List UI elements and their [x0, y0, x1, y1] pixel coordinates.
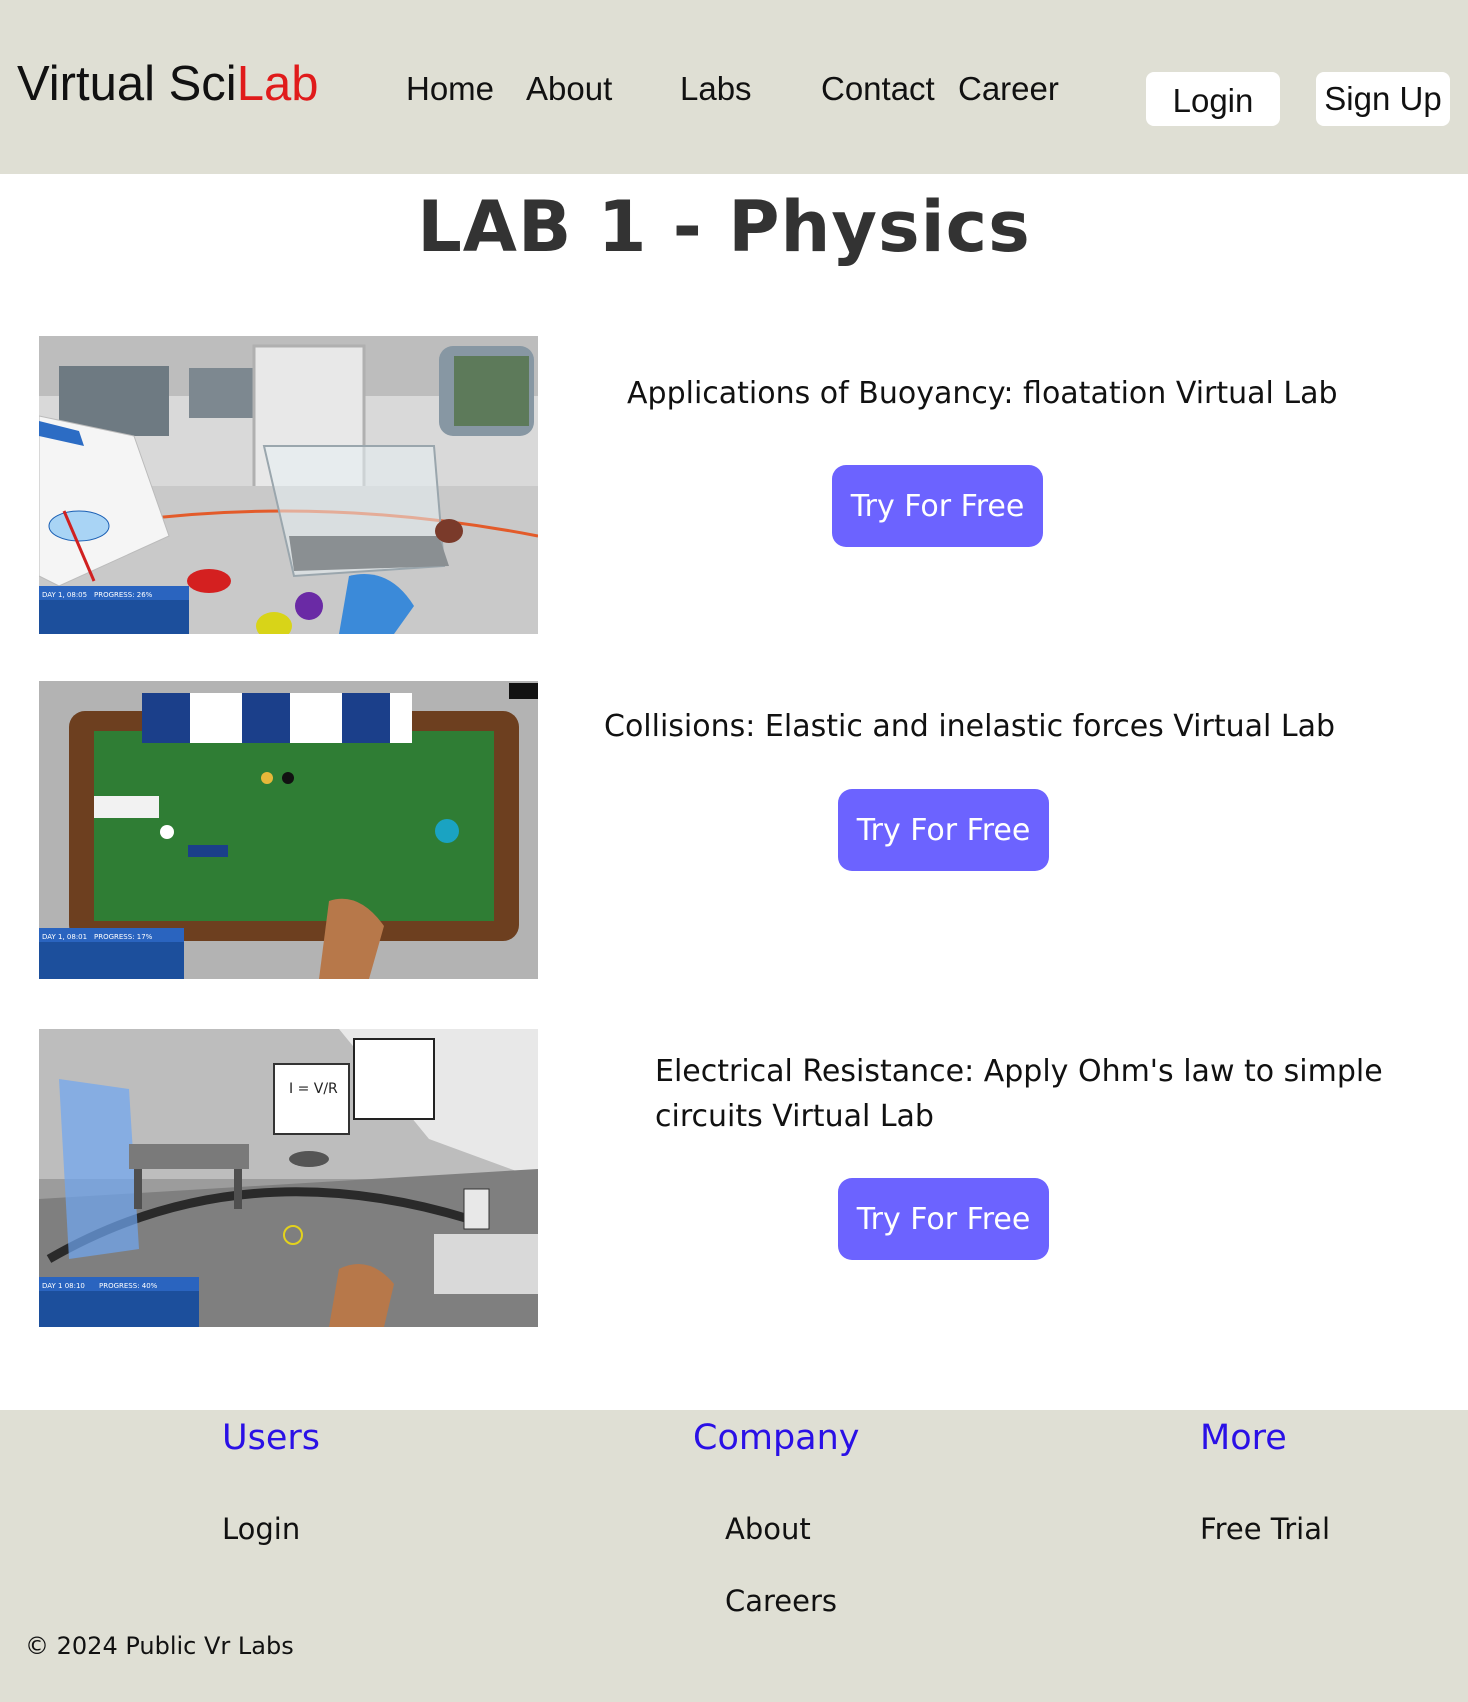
footer-heading-company: Company: [693, 1418, 860, 1458]
logo-text-primary: Virtual Sci: [17, 57, 237, 111]
try-for-free-button-resistance[interactable]: Try For Free: [838, 1178, 1049, 1260]
hud-day-text: DAY 1, 08:01: [42, 933, 87, 941]
lab-name-buoyancy: Applications of Buoyancy: floatation Vir…: [627, 376, 1338, 411]
login-button[interactable]: Login: [1146, 72, 1280, 126]
footer-heading-more: More: [1200, 1418, 1287, 1458]
signup-button[interactable]: Sign Up: [1316, 72, 1450, 126]
collisions-scene-image: DAY 1, 08:01 PROGRESS: 17%: [39, 681, 538, 979]
footer-heading-users: Users: [222, 1418, 321, 1458]
hud-progress-text: PROGRESS: 26%: [94, 591, 153, 599]
page-title: LAB 1 - Physics: [417, 186, 1031, 268]
try-for-free-button-buoyancy[interactable]: Try For Free: [832, 465, 1043, 547]
lab-name-resistance-line2: circuits Virtual Lab: [655, 1099, 934, 1134]
lab-thumbnail-collisions[interactable]: DAY 1, 08:01 PROGRESS: 17%: [39, 681, 538, 979]
site-logo[interactable]: Virtual SciLab: [17, 56, 318, 112]
nav-contact[interactable]: Contact: [821, 70, 935, 108]
lab-thumbnail-resistance[interactable]: I = V/R DAY 1 08:10 PROGRESS: 40%: [39, 1029, 538, 1327]
nav-labs[interactable]: Labs: [680, 70, 752, 108]
hud-progress-text: PROGRESS: 17%: [94, 933, 153, 941]
hud-progress-text: PROGRESS: 40%: [99, 1282, 158, 1290]
footer-link-careers[interactable]: Careers: [725, 1584, 837, 1618]
lab-name-collisions: Collisions: Elastic and inelastic forces…: [604, 709, 1336, 744]
copyright-text: © 2024 Public Vr Labs: [25, 1632, 294, 1660]
try-for-free-button-collisions[interactable]: Try For Free: [838, 789, 1049, 871]
lab-thumbnail-buoyancy[interactable]: DAY 1, 08:05 PROGRESS: 26%: [39, 336, 538, 634]
nav-career[interactable]: Career: [958, 70, 1059, 108]
footer-link-login[interactable]: Login: [222, 1512, 300, 1546]
buoyancy-scene-image: DAY 1, 08:05 PROGRESS: 26%: [39, 336, 538, 634]
hud-day-text: DAY 1 08:10: [42, 1282, 85, 1290]
lab-name-resistance-line1: Electrical Resistance: Apply Ohm's law t…: [655, 1054, 1383, 1089]
footer-link-about[interactable]: About: [725, 1512, 811, 1546]
footer-link-free-trial[interactable]: Free Trial: [1200, 1512, 1330, 1546]
nav-home[interactable]: Home: [406, 70, 494, 108]
nav-about[interactable]: About: [526, 70, 612, 108]
logo-text-accent: Lab: [236, 57, 319, 111]
resistance-scene-image: I = V/R DAY 1 08:10 PROGRESS: 40%: [39, 1029, 538, 1327]
svg-text:I = V/R: I = V/R: [289, 1081, 338, 1097]
lab-name-resistance: Electrical Resistance: Apply Ohm's law t…: [655, 1049, 1383, 1139]
hud-day-text: DAY 1, 08:05: [42, 591, 87, 599]
